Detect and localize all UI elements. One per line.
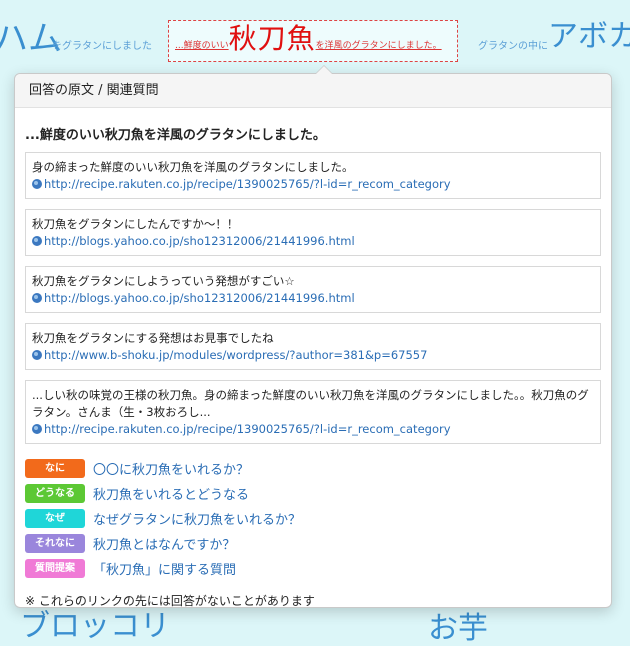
question-link[interactable]: なぜグラタンに秋刀魚をいれるか？: [93, 509, 301, 528]
bg-word-avocado[interactable]: アボカ: [548, 22, 630, 52]
answer-item: 身の締まった鮮度のいい秋刀魚を洋風のグラタンにしました。 http://reci…: [25, 152, 601, 199]
popup-header: 回答の原文 / 関連質問: [15, 74, 611, 108]
question-link[interactable]: 秋刀魚とはなんですか？: [93, 534, 235, 553]
answer-popup: 回答の原文 / 関連質問 ...鮮度のいい秋刀魚を洋風のグラタンにしました。 身…: [14, 65, 612, 609]
question-row-suggest[interactable]: 質問提案 「秋刀魚」に関する質問: [25, 558, 601, 578]
bg-word-imo[interactable]: お芋: [428, 614, 488, 644]
answer-item: 秋刀魚をグラタンにしようっていう発想がすごい☆ http://blogs.yah…: [25, 266, 601, 313]
answer-item: 秋刀魚をグラタンにする発想はお見事でしたね http://www.b-shoku…: [25, 323, 601, 370]
badge-what: なに: [25, 458, 85, 478]
answer-item: ...しい秋の味覚の王様の秋刀魚。身の締まった鮮度のいい秋刀魚を洋風のグラタンに…: [25, 380, 601, 444]
popup-arrow: [315, 65, 333, 74]
answer-url[interactable]: http://blogs.yahoo.co.jp/sho12312006/214…: [44, 234, 355, 248]
question-link[interactable]: 秋刀魚をいれるとどうなる: [93, 484, 249, 503]
question-link[interactable]: 「秋刀魚」に関する質問: [93, 559, 236, 578]
question-row-why[interactable]: なぜ なぜグラタンに秋刀魚をいれるか？: [25, 508, 601, 528]
answer-link[interactable]: http://recipe.rakuten.co.jp/recipe/13900…: [32, 176, 594, 193]
answer-text: ...しい秋の味覚の王様の秋刀魚。身の締まった鮮度のいい秋刀魚を洋風のグラタンに…: [32, 388, 589, 419]
keyword-prefix: ...鮮度のいい: [175, 41, 229, 51]
globe-icon: [32, 236, 42, 246]
answer-text: 秋刀魚をグラタンにする発想はお見事でしたね: [32, 331, 274, 345]
badge-why: なぜ: [25, 508, 85, 528]
bg-word-broccoli[interactable]: ブロッコリ: [20, 612, 170, 642]
answer-url[interactable]: http://www.b-shoku.jp/modules/wordpress/…: [44, 348, 427, 362]
answer-link[interactable]: http://blogs.yahoo.co.jp/sho12312006/214…: [32, 290, 594, 307]
question-row-whatis[interactable]: それなに 秋刀魚とはなんですか？: [25, 533, 601, 553]
question-row-result[interactable]: どうなる 秋刀魚をいれるとどうなる: [25, 483, 601, 503]
globe-icon: [32, 350, 42, 360]
answer-item: 秋刀魚をグラタンにしたんですか～！！ http://blogs.yahoo.co…: [25, 209, 601, 256]
globe-icon: [32, 179, 42, 189]
answer-link[interactable]: http://blogs.yahoo.co.jp/sho12312006/214…: [32, 233, 594, 250]
answer-url[interactable]: http://recipe.rakuten.co.jp/recipe/13900…: [44, 422, 451, 436]
answer-text: 秋刀魚をグラタンにしようっていう発想がすごい☆: [32, 274, 295, 288]
bg-word-gratin[interactable]: グラタンの中に: [478, 42, 548, 52]
answer-title: ...鮮度のいい秋刀魚を洋風のグラタンにしました。: [25, 128, 326, 143]
globe-icon: [32, 424, 42, 434]
popup-body: ...鮮度のいい秋刀魚を洋風のグラタンにしました。 身の締まった鮮度のいい秋刀魚…: [15, 108, 611, 609]
disclaimer-note: ※ これらのリンクの先には回答がないことがあります: [25, 594, 315, 608]
badge-suggest: 質問提案: [25, 558, 85, 578]
answer-url[interactable]: http://blogs.yahoo.co.jp/sho12312006/214…: [44, 291, 355, 305]
badge-result: どうなる: [25, 483, 85, 503]
answer-text: 身の締まった鮮度のいい秋刀魚を洋風のグラタンにしました。: [32, 160, 354, 174]
bg-word-ham-tail[interactable]: をグラタンにしました: [52, 42, 152, 52]
globe-icon: [32, 293, 42, 303]
selected-keyword-box[interactable]: ...鮮度のいい秋刀魚を洋風のグラタンにしました。: [168, 20, 458, 62]
keyword-suffix: を洋風のグラタンにしました。: [315, 41, 442, 51]
answer-url[interactable]: http://recipe.rakuten.co.jp/recipe/13900…: [44, 177, 451, 191]
badge-whatis: それなに: [25, 533, 85, 553]
keyword-main: 秋刀魚: [228, 22, 316, 55]
question-link[interactable]: 〇〇に秋刀魚をいれるか？: [93, 459, 249, 478]
answer-link[interactable]: http://recipe.rakuten.co.jp/recipe/13900…: [32, 421, 594, 438]
answer-text: 秋刀魚をグラタンにしたんですか～！！: [32, 217, 239, 231]
question-row-what[interactable]: なに 〇〇に秋刀魚をいれるか？: [25, 458, 601, 478]
answer-link[interactable]: http://www.b-shoku.jp/modules/wordpress/…: [32, 347, 594, 364]
